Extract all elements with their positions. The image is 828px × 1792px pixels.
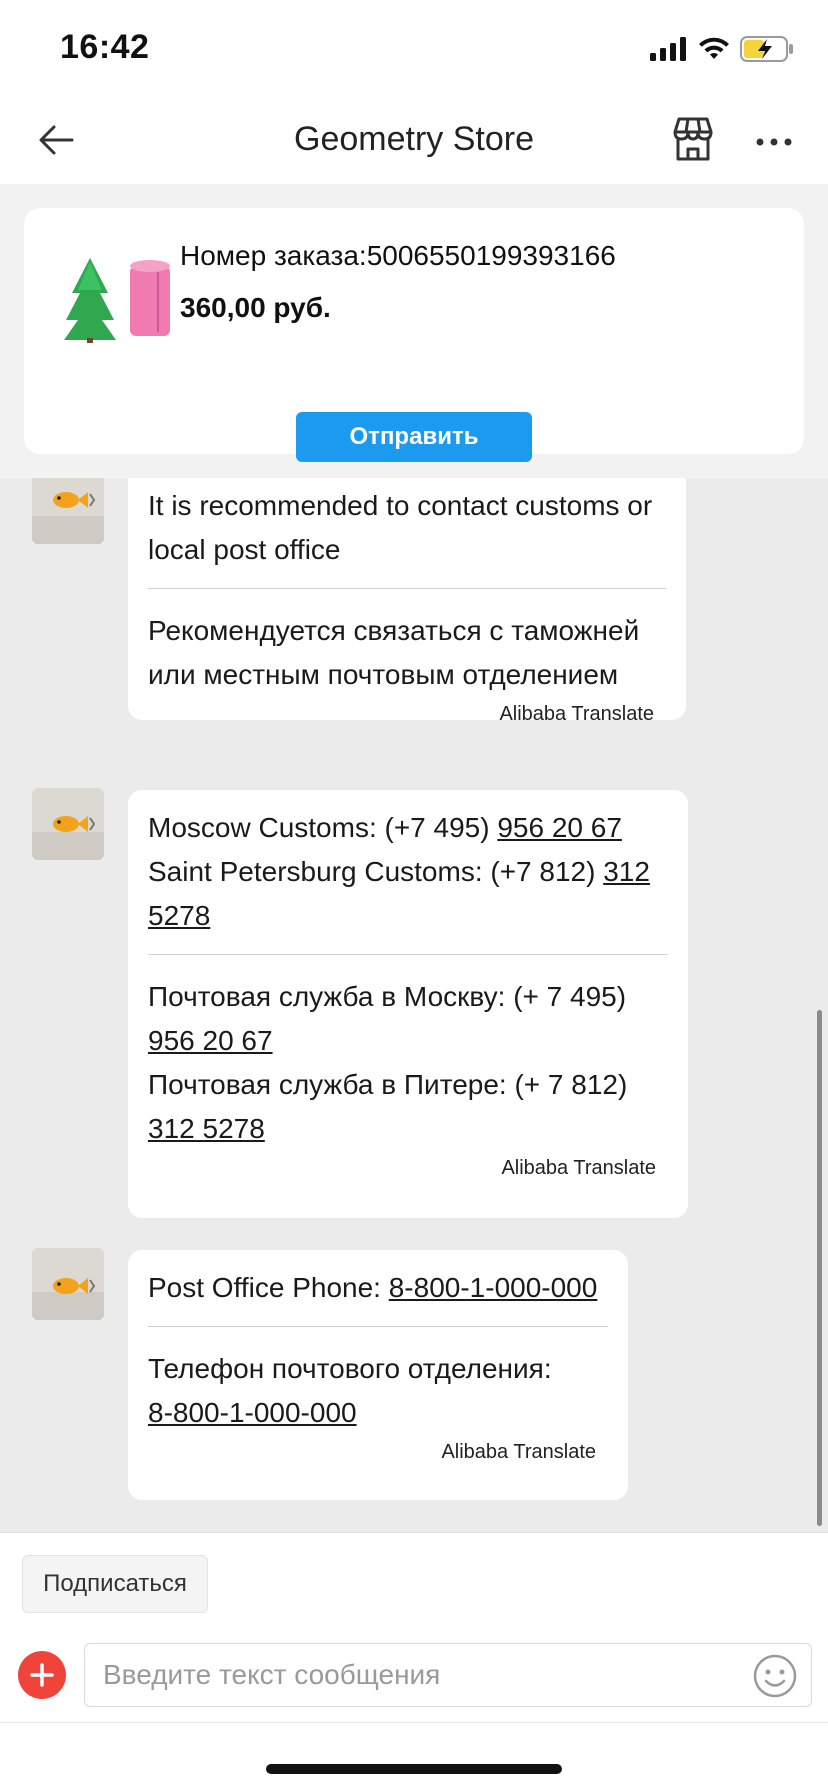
fish-avatar-icon <box>32 1248 104 1320</box>
signal-icon <box>650 37 686 61</box>
more-icon[interactable] <box>754 122 794 162</box>
message-bubble: It is recommended to contact customs or … <box>128 478 686 725</box>
order-price: 360,00 руб. <box>180 292 331 323</box>
battery-charging-icon <box>740 36 793 62</box>
nav-bar: Geometry Store <box>0 100 828 184</box>
message-text-ru: Телефон почтового отделения: 8-800-1-000… <box>148 1347 608 1435</box>
order-card[interactable]: Номер заказа:5006550199393166 360,00 руб… <box>24 208 804 462</box>
chat-scrollbar[interactable] <box>817 1010 822 1526</box>
status-icons <box>650 34 794 64</box>
home-indicator[interactable] <box>266 1764 562 1774</box>
text-segment: Почтовая служба в Москву: (+ 7 495) <box>148 981 627 1012</box>
divider <box>0 1722 828 1723</box>
translate-label: Alibaba Translate <box>441 1441 596 1463</box>
chat-area[interactable]: It is recommended to contact customs or … <box>0 478 828 1532</box>
divider <box>148 954 668 955</box>
phone-link[interactable]: 956 20 67 <box>497 812 622 843</box>
translate-label: Alibaba Translate <box>499 703 654 725</box>
avatar[interactable] <box>32 478 104 544</box>
message-text-ru: Рекомендуется связаться с таможней или м… <box>148 615 640 690</box>
product-thumbnail <box>64 258 170 343</box>
phone-link[interactable]: 8-800-1-000-000 <box>148 1397 357 1428</box>
plus-icon <box>30 1663 54 1687</box>
message-text-en: It is recommended to contact customs or … <box>148 490 653 565</box>
text-segment: Почтовая служба в Питере: (+ 7 812) <box>148 1069 628 1100</box>
status-time: 16:42 <box>60 28 150 66</box>
emoji-icon[interactable] <box>752 1653 798 1699</box>
text-segment: Moscow Customs: (+7 495) <box>148 812 498 843</box>
add-attachment-button[interactable] <box>18 1651 66 1699</box>
subscribe-button[interactable]: Подписаться <box>22 1555 208 1613</box>
phone-link[interactable]: 8-800-1-000-000 <box>389 1272 598 1303</box>
send-order-button[interactable]: Отправить <box>296 412 532 462</box>
text-segment: Saint Petersburg Customs: (+7 812) <box>148 856 604 887</box>
fish-avatar-icon <box>32 788 104 860</box>
order-number: Номер заказа:5006550199393166 <box>180 240 616 271</box>
composer-area: Подписаться <box>0 1532 828 1792</box>
message-text-ru: Почтовая служба в Москву: (+ 7 495) 956 … <box>148 975 668 1151</box>
store-icon[interactable] <box>668 114 718 164</box>
phone-link[interactable]: 312 5278 <box>148 1113 265 1144</box>
message-text-en: Moscow Customs: (+7 495) 956 20 67 Saint… <box>148 806 668 938</box>
message-input[interactable] <box>84 1643 812 1707</box>
wifi-icon <box>699 37 729 59</box>
message-bubble: Moscow Customs: (+7 495) 956 20 67 Saint… <box>128 790 688 1218</box>
divider <box>148 588 666 589</box>
message-bubble: Post Office Phone: 8-800-1-000-000 Телеф… <box>128 1250 628 1500</box>
order-area: Номер заказа:5006550199393166 360,00 руб… <box>0 184 828 478</box>
fish-avatar-icon <box>32 478 104 544</box>
status-bar: 16:42 <box>0 0 828 100</box>
message-text-en: Post Office Phone: 8-800-1-000-000 <box>148 1266 608 1310</box>
text-segment: Телефон почтового отделения: <box>148 1353 552 1384</box>
translate-label: Alibaba Translate <box>501 1157 656 1179</box>
avatar[interactable] <box>32 1248 104 1320</box>
phone-link[interactable]: 956 20 67 <box>148 1025 273 1056</box>
text-segment: Post Office Phone: <box>148 1272 389 1303</box>
avatar[interactable] <box>32 788 104 860</box>
divider <box>148 1326 608 1327</box>
